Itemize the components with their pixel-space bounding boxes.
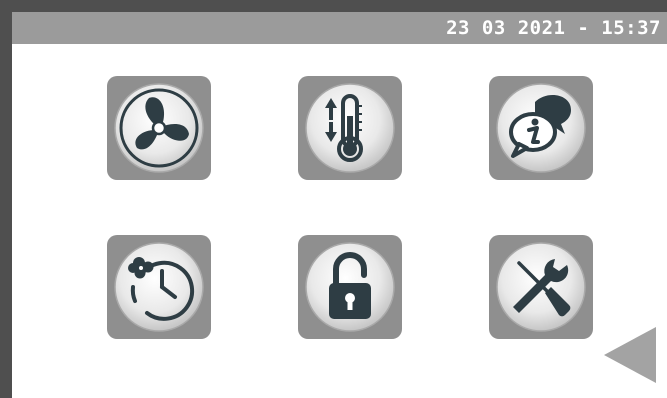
- temperature-button[interactable]: [298, 76, 402, 180]
- info-chat-icon: [496, 83, 586, 173]
- tools-icon: [496, 242, 586, 332]
- thermometer-icon: [305, 83, 395, 173]
- settings-button[interactable]: [489, 235, 593, 339]
- fan-icon: [114, 83, 204, 173]
- fan-clock-icon: [114, 242, 204, 332]
- timer-button[interactable]: [107, 235, 211, 339]
- lock-button[interactable]: [298, 235, 402, 339]
- back-triangle-icon[interactable]: [604, 327, 656, 383]
- datetime-display: 23 03 2021 - 15:37: [446, 17, 661, 39]
- status-bar: 23 03 2021 - 15:37: [12, 12, 667, 44]
- fan-button[interactable]: [107, 76, 211, 180]
- screen-frame-top: [0, 0, 667, 12]
- info-button[interactable]: [489, 76, 593, 180]
- hmi-screen: 23 03 2021 - 15:37: [0, 0, 667, 398]
- padlock-icon: [305, 242, 395, 332]
- screen-frame-left: [0, 0, 12, 398]
